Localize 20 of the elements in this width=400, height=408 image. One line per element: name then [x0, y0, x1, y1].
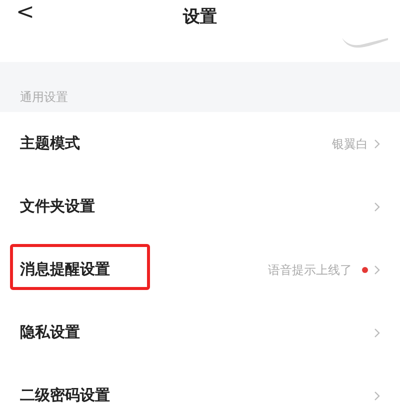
section-title: 通用设置 [20, 89, 68, 106]
page-title: 设置 [183, 6, 217, 30]
chevron-icon [374, 202, 380, 212]
settings-row[interactable]: 隐私设置 [0, 301, 400, 364]
back-button[interactable]: < [16, 2, 34, 24]
settings-row[interactable]: 二级密码设置 [0, 364, 400, 408]
chevron-icon [374, 328, 380, 338]
row-label: 二级密码设置 [20, 385, 110, 406]
row-label: 消息提醒设置 [20, 259, 110, 280]
settings-row[interactable]: 主题模式 银翼白 [0, 112, 400, 175]
row-label: 文件夹设置 [20, 196, 95, 218]
row-value: 银翼白 [332, 136, 368, 152]
chevron-icon [374, 264, 380, 274]
row-value: 语音提示上线了 [268, 262, 352, 278]
chevron-icon [374, 138, 380, 148]
settings-row[interactable]: 文件夹设置 [0, 175, 400, 238]
settings-row[interactable]: 消息提醒设置 语音提示上线了 [0, 238, 400, 301]
chevron-icon [374, 390, 380, 400]
row-label: 隐私设置 [20, 322, 80, 344]
row-label: 主题模式 [20, 133, 80, 154]
